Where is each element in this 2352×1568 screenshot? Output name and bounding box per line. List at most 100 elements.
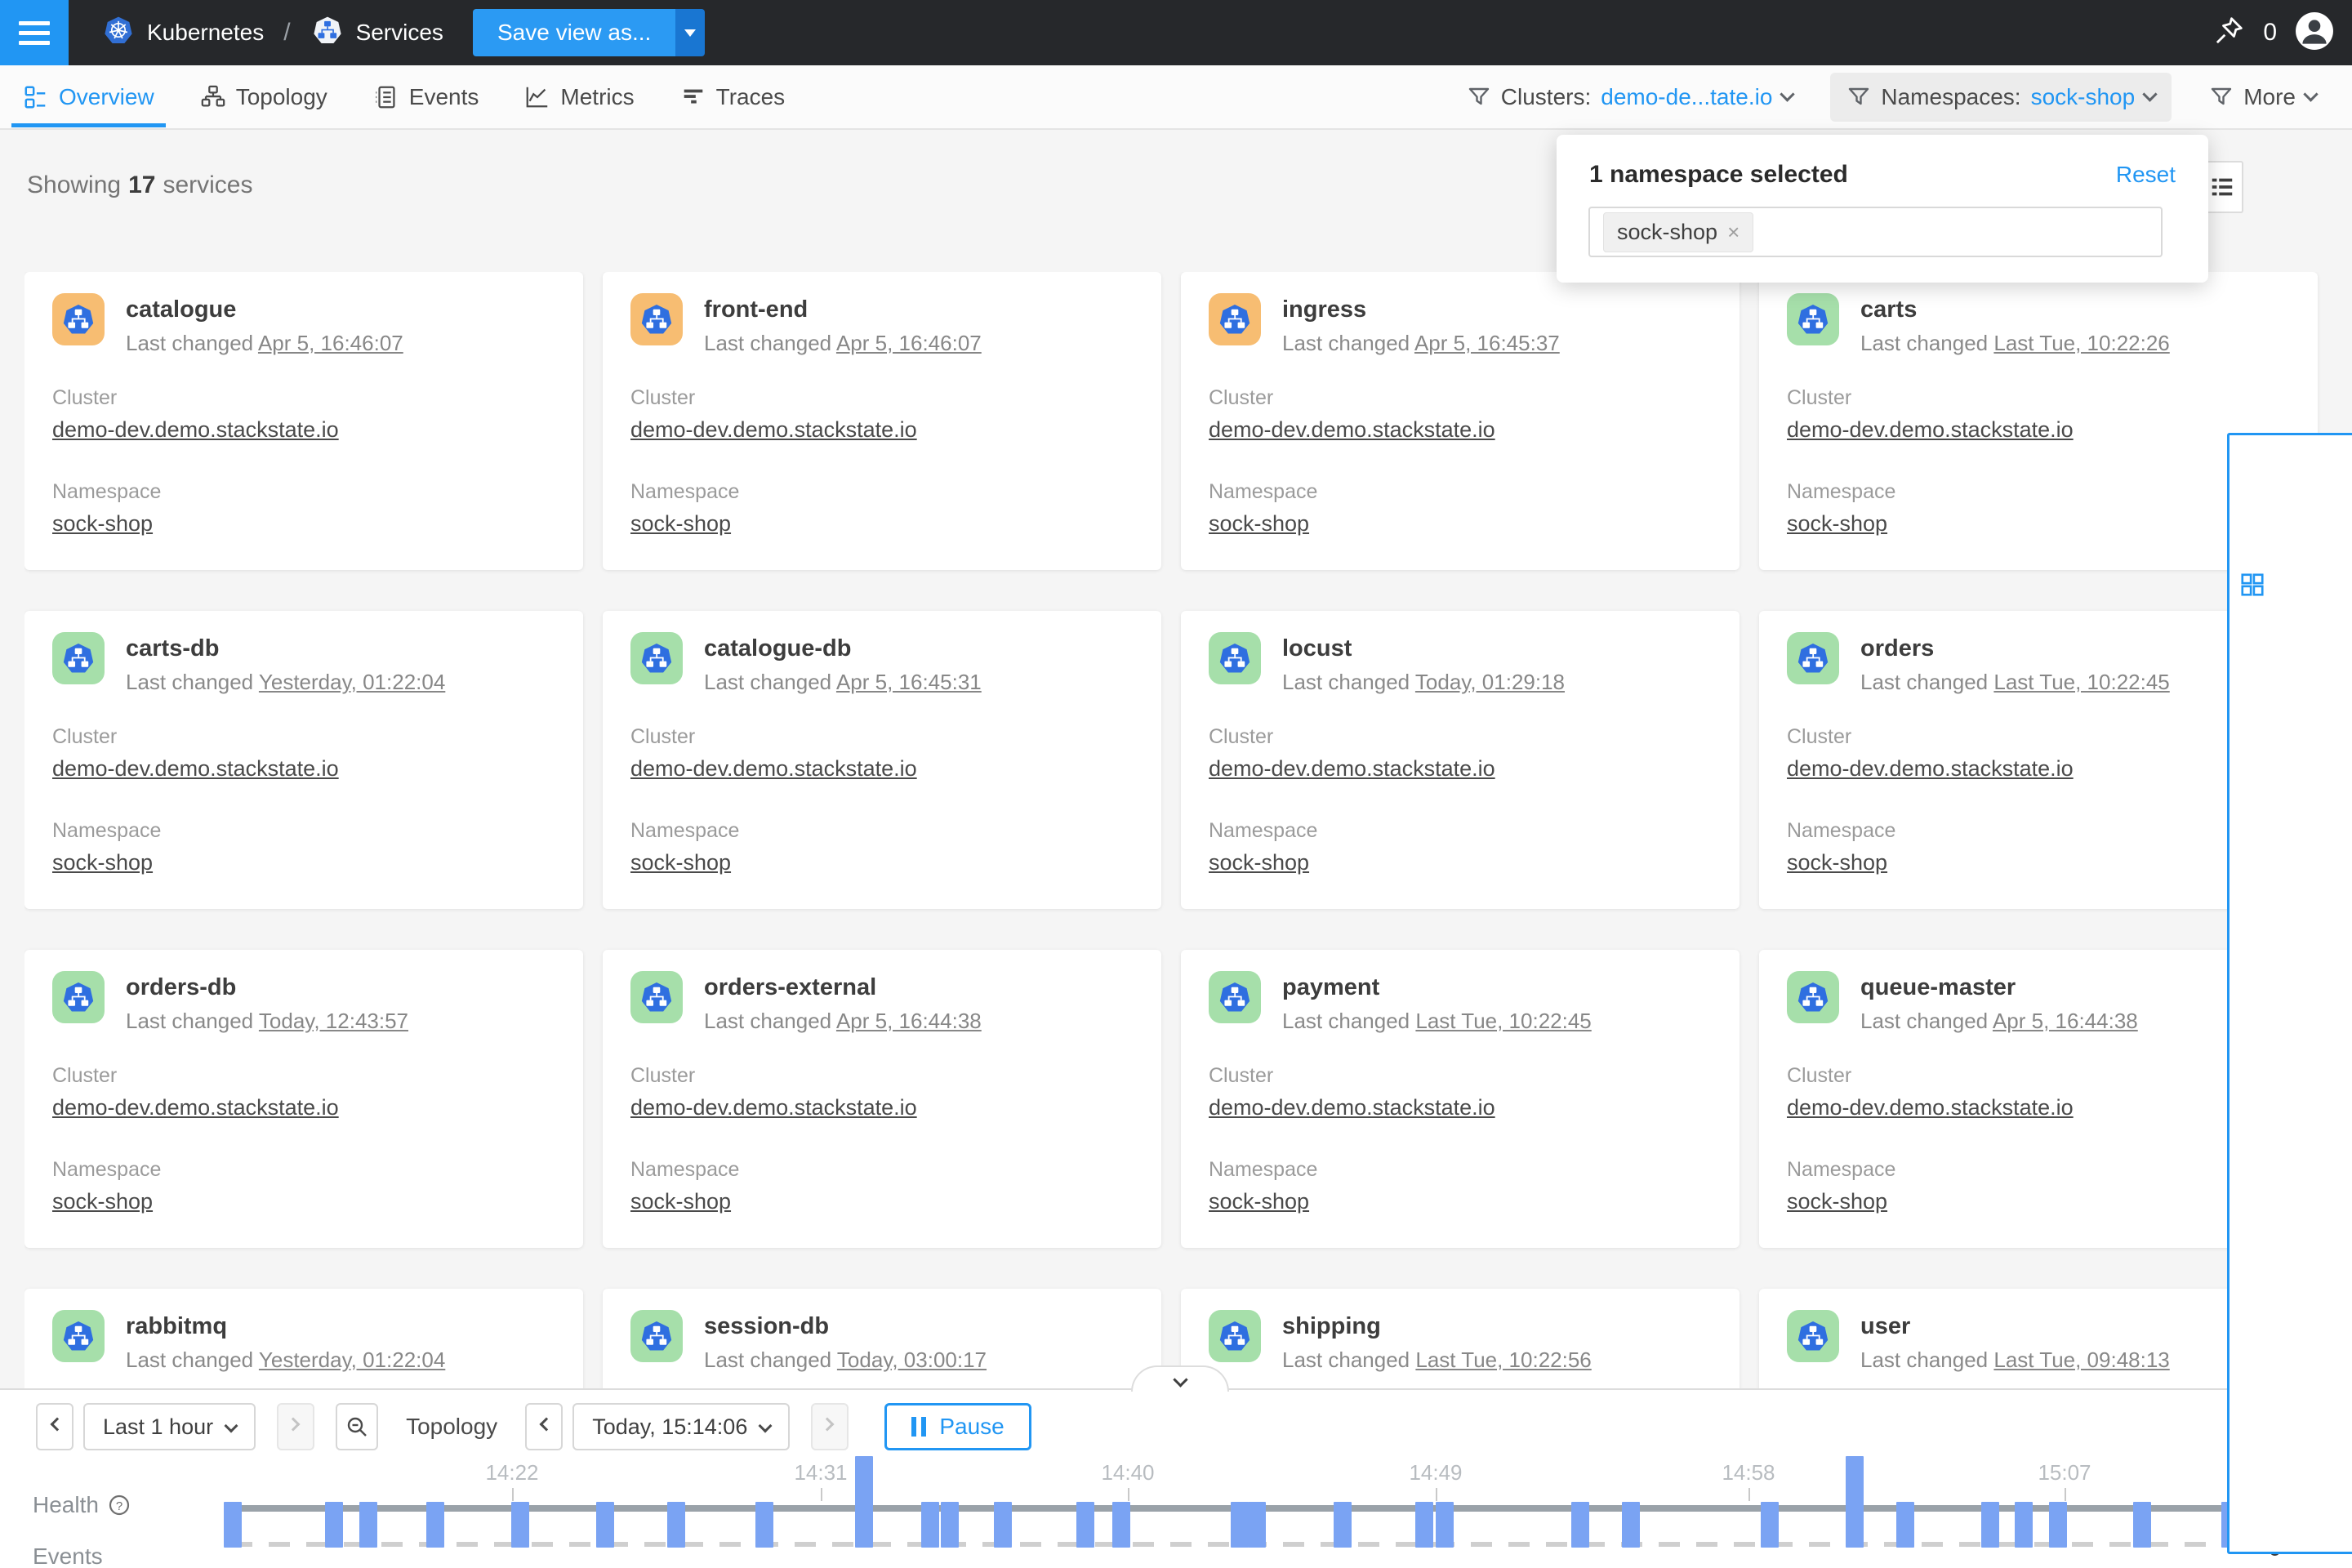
event-bar[interactable] [921,1502,939,1548]
last-changed-link[interactable]: Last Tue, 10:22:56 [1415,1348,1591,1372]
cluster-link[interactable]: demo-dev.demo.stackstate.io [1787,417,2074,443]
pause-button[interactable]: Pause [884,1403,1031,1450]
event-bar[interactable] [359,1502,377,1548]
last-changed-link[interactable]: Apr 5, 16:46:07 [836,331,982,355]
event-bar[interactable] [1622,1502,1640,1548]
cluster-link[interactable]: demo-dev.demo.stackstate.io [1787,1095,2074,1120]
clusters-filter-button[interactable]: Clusters: demo-de...tate.io [1450,73,1810,122]
event-bar[interactable] [1112,1502,1130,1548]
service-name-link[interactable]: carts [1860,296,1917,323]
namespace-link[interactable]: sock-shop [1787,511,1887,537]
service-name-link[interactable]: orders-db [126,974,236,1001]
last-changed-link[interactable]: Last Tue, 10:22:45 [1415,1009,1591,1033]
last-changed-link[interactable]: Today, 03:00:17 [837,1348,987,1372]
namespace-link[interactable]: sock-shop [52,850,153,875]
more-filters-button[interactable]: More [2193,73,2332,122]
tab-topology[interactable]: Topology [177,66,350,127]
time-previous-button[interactable] [525,1403,563,1450]
topology-time-dropdown[interactable]: Today, 15:14:06 [572,1403,790,1450]
tab-overview[interactable]: Overview [0,66,177,127]
last-changed-link[interactable]: Apr 5, 16:46:07 [258,331,403,355]
tab-metrics[interactable]: Metrics [501,66,657,127]
save-view-as-button[interactable]: Save view as... [473,9,705,56]
range-next-button[interactable] [277,1403,314,1450]
service-name-link[interactable]: carts-db [126,635,219,662]
cluster-link[interactable]: demo-dev.demo.stackstate.io [1787,756,2074,782]
service-name-link[interactable]: queue-master [1860,974,2016,1001]
service-name-link[interactable]: shipping [1282,1313,1381,1340]
time-next-button[interactable] [811,1403,849,1450]
event-bar[interactable] [1846,1456,1864,1548]
zoom-out-button[interactable] [336,1403,378,1450]
cluster-link[interactable]: demo-dev.demo.stackstate.io [630,417,917,443]
namespace-link[interactable]: sock-shop [1787,850,1887,875]
namespace-link[interactable]: sock-shop [1209,850,1309,875]
last-changed-link[interactable]: Yesterday, 01:22:04 [259,670,445,694]
list-view-button[interactable] [2203,161,2243,213]
last-changed-link[interactable]: Last Tue, 10:22:45 [1993,670,2169,694]
last-changed-link[interactable]: Today, 01:29:18 [1415,670,1565,694]
event-bar[interactable] [1334,1502,1352,1548]
event-bar[interactable] [667,1502,685,1548]
time-range-dropdown[interactable]: Last 1 hour [83,1403,256,1450]
event-bar[interactable] [755,1502,773,1548]
event-bar[interactable] [224,1502,242,1548]
service-name-link[interactable]: session-db [704,1313,829,1340]
event-bar[interactable] [855,1456,873,1548]
namespaces-filter-button[interactable]: Namespaces: sock-shop [1830,73,2172,122]
namespace-link[interactable]: sock-shop [1209,1189,1309,1214]
event-bar[interactable] [941,1502,959,1548]
event-bar[interactable] [1436,1502,1454,1548]
last-changed-link[interactable]: Apr 5, 16:45:37 [1414,331,1560,355]
cluster-link[interactable]: demo-dev.demo.stackstate.io [52,1095,339,1120]
cluster-link[interactable]: demo-dev.demo.stackstate.io [630,1095,917,1120]
service-name-link[interactable]: rabbitmq [126,1313,227,1340]
user-avatar[interactable] [2295,11,2334,55]
event-bar[interactable] [1076,1502,1094,1548]
event-bar[interactable] [1415,1502,1433,1548]
last-changed-link[interactable]: Apr 5, 16:44:38 [1993,1009,2138,1033]
help-icon[interactable]: ? [107,1493,131,1517]
event-bar[interactable] [596,1502,614,1548]
reset-button[interactable]: Reset [2116,162,2176,188]
last-changed-link[interactable]: Today, 12:43:57 [259,1009,408,1033]
namespace-link[interactable]: sock-shop [1209,511,1309,537]
namespace-link[interactable]: sock-shop [630,1189,731,1214]
service-name-link[interactable]: catalogue [126,296,236,323]
breadcrumb-view[interactable]: Services [356,20,443,46]
namespace-link[interactable]: sock-shop [52,511,153,537]
panel-collapse-tab[interactable] [1131,1365,1229,1392]
service-name-link[interactable]: front-end [704,296,808,323]
namespace-filter-input[interactable]: sock-shop × [1588,207,2163,257]
event-bar[interactable] [1896,1502,1914,1548]
namespace-link[interactable]: sock-shop [1787,1189,1887,1214]
cluster-link[interactable]: demo-dev.demo.stackstate.io [1209,417,1495,443]
breadcrumb-app[interactable]: Kubernetes [147,20,264,46]
event-bar[interactable] [1761,1502,1779,1548]
namespace-link[interactable]: sock-shop [630,511,731,537]
save-view-dropdown-arrow[interactable] [675,9,705,56]
service-name-link[interactable]: payment [1282,974,1379,1001]
event-bar[interactable] [325,1502,343,1548]
event-bar[interactable] [1571,1502,1589,1548]
chip-remove-icon[interactable]: × [1727,220,1740,245]
service-name-link[interactable]: locust [1282,635,1352,662]
event-bar[interactable] [2133,1502,2151,1548]
pin-icon[interactable] [2212,15,2245,51]
namespace-link[interactable]: sock-shop [52,1189,153,1214]
last-changed-link[interactable]: Apr 5, 16:44:38 [836,1009,982,1033]
grid-view-button[interactable] [2227,433,2352,1554]
last-changed-link[interactable]: Apr 5, 16:45:31 [836,670,982,694]
namespace-link[interactable]: sock-shop [630,850,731,875]
event-bar[interactable] [1248,1502,1266,1548]
last-changed-link[interactable]: Last Tue, 10:22:26 [1993,331,2169,355]
service-name-link[interactable]: ingress [1282,296,1366,323]
event-bar[interactable] [1231,1502,1249,1548]
event-bar[interactable] [1981,1502,1999,1548]
last-changed-link[interactable]: Last Tue, 09:48:13 [1993,1348,2169,1372]
event-bar[interactable] [426,1502,444,1548]
cluster-link[interactable]: demo-dev.demo.stackstate.io [1209,1095,1495,1120]
last-changed-link[interactable]: Yesterday, 01:22:04 [259,1348,445,1372]
service-name-link[interactable]: user [1860,1313,1910,1340]
tab-traces[interactable]: Traces [657,66,808,127]
